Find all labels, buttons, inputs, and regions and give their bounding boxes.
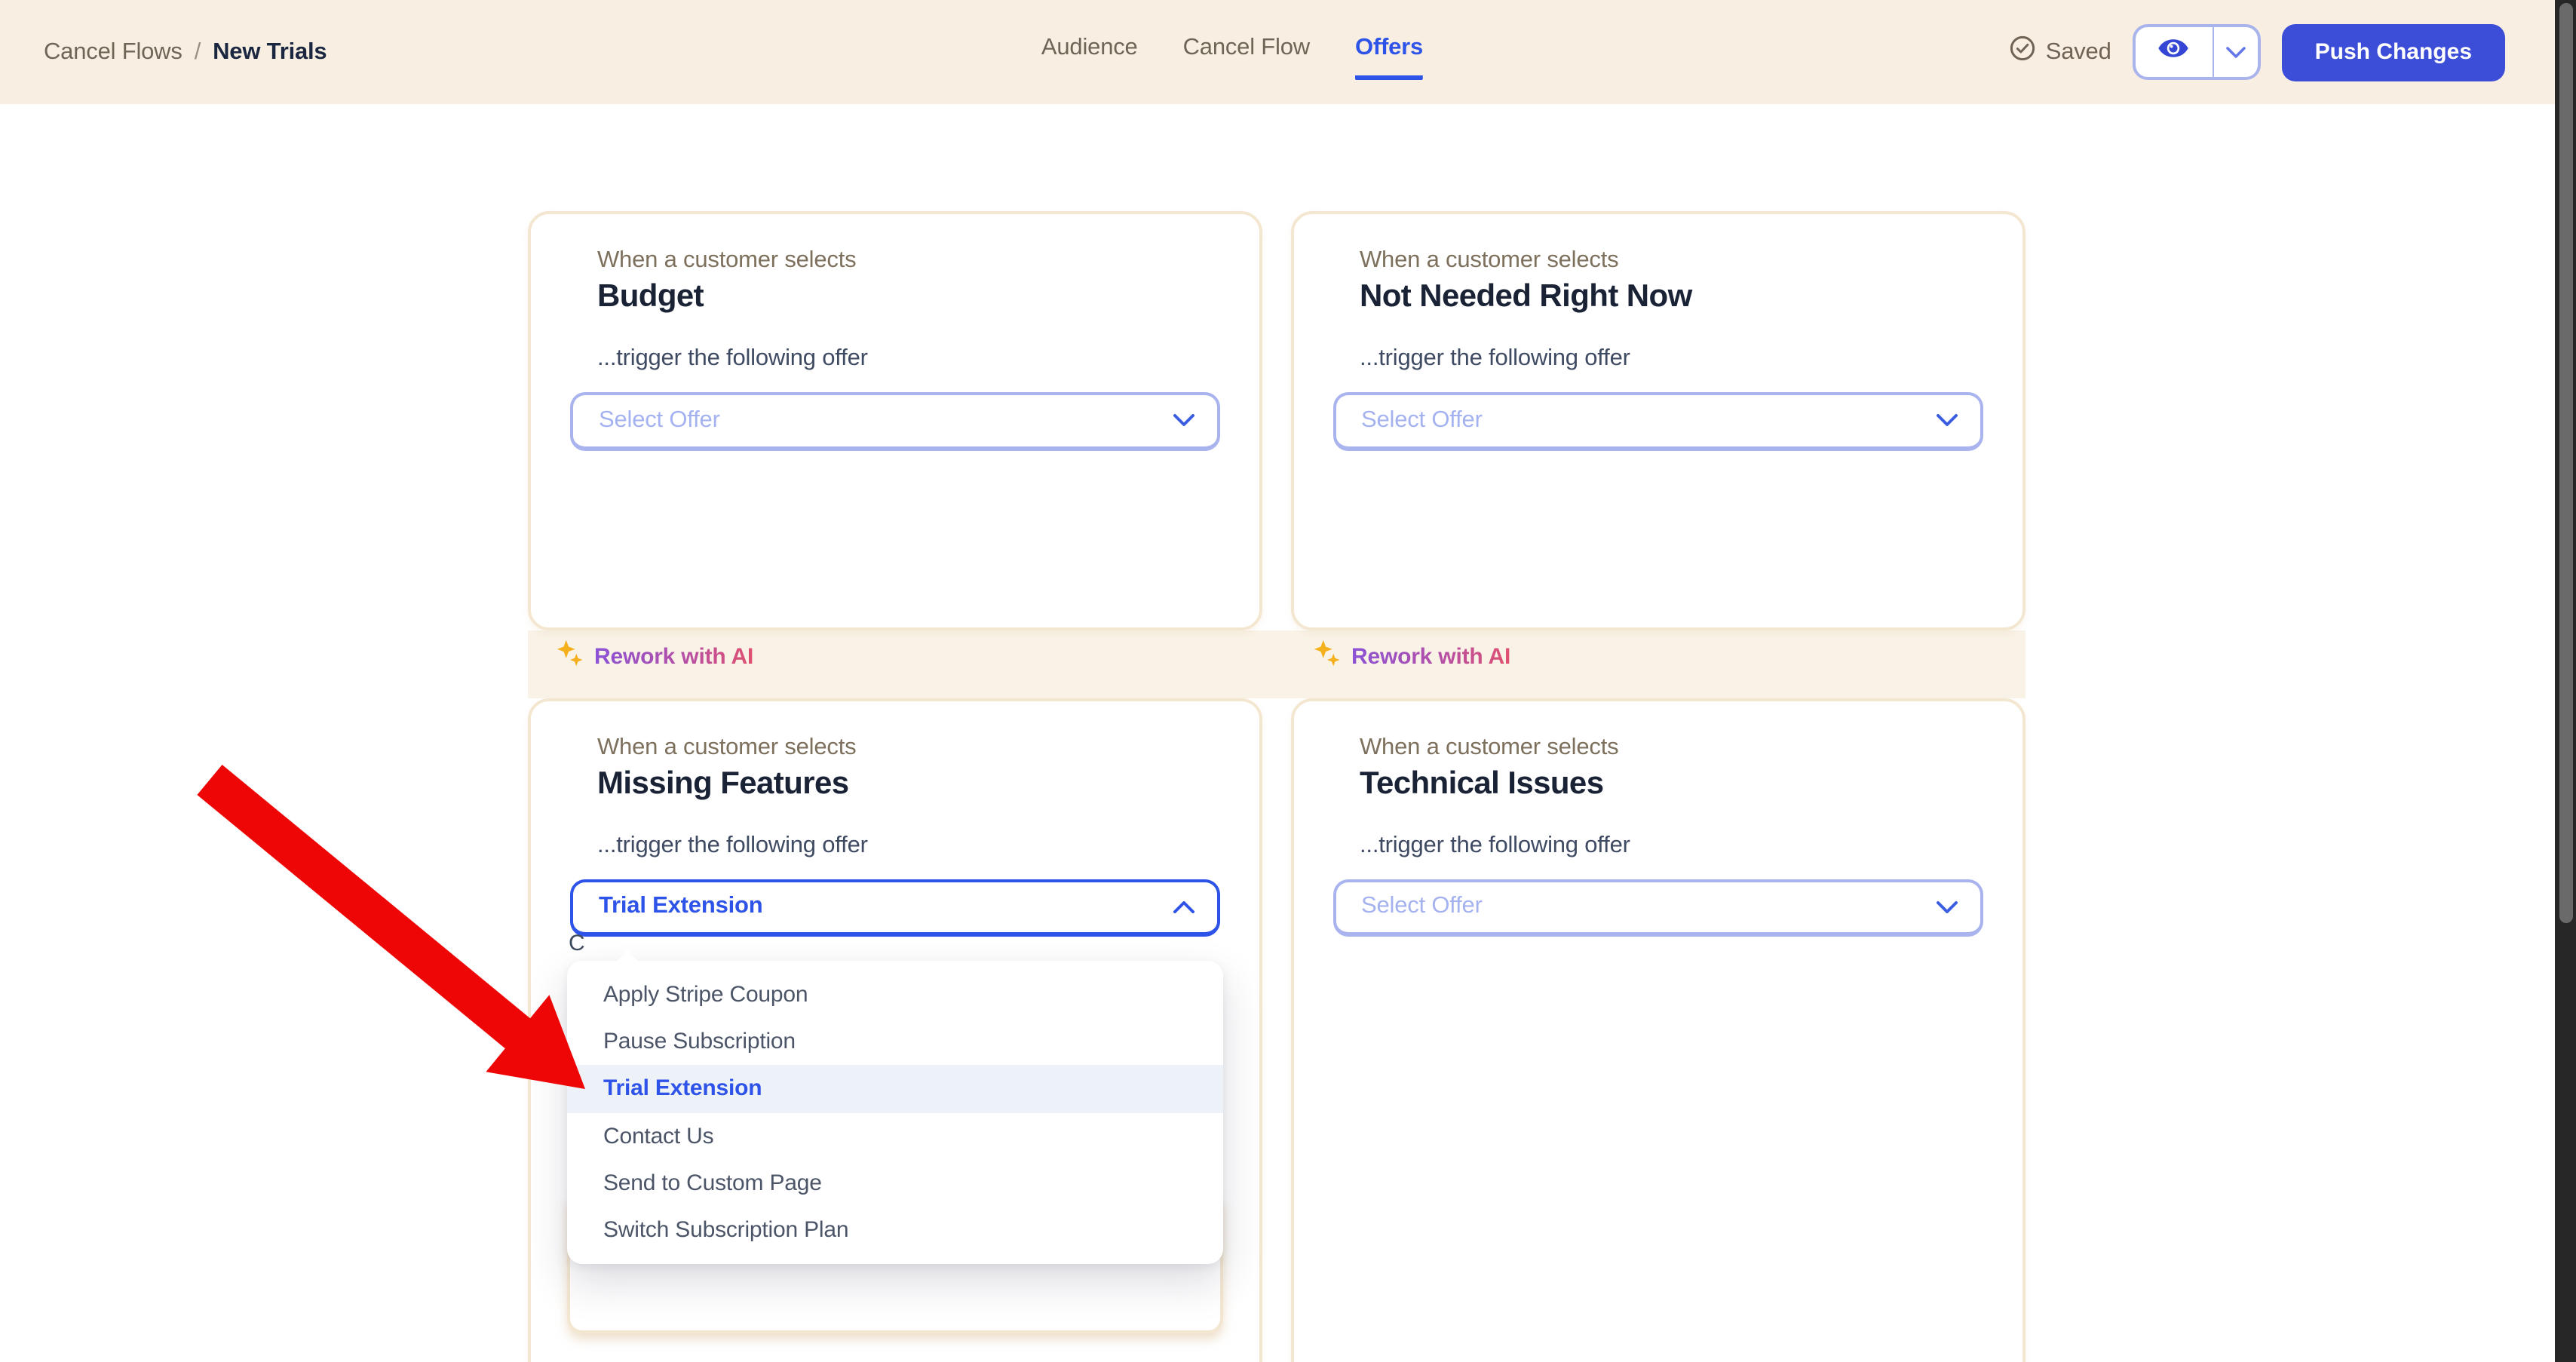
offer-select-missing-features[interactable]: Trial Extension xyxy=(570,879,1220,937)
flow-tabs: Audience Cancel Flow Offers xyxy=(1041,0,1423,104)
offer-card-technical-issues: When a customer selects Technical Issues… xyxy=(1290,698,2025,1362)
menu-item-pause-subscription[interactable]: Pause Subscription xyxy=(567,1018,1222,1065)
preview-split-button xyxy=(2133,24,2261,80)
menu-item-trial-extension[interactable]: Trial Extension xyxy=(567,1066,1222,1112)
offer-select-budget[interactable]: Select Offer xyxy=(570,392,1220,450)
chevron-down-icon xyxy=(1936,900,1957,914)
rework-with-ai-budget[interactable]: Rework with AI xyxy=(557,640,753,674)
menu-item-contact-us[interactable]: Contact Us xyxy=(567,1112,1222,1159)
card-title: Not Needed Right Now xyxy=(1360,279,1692,315)
scrollbar-track[interactable] xyxy=(2555,0,2576,1362)
header-actions: Saved Push Changes xyxy=(2010,0,2505,104)
offer-select-not-needed[interactable]: Select Offer xyxy=(1332,392,1983,450)
offer-dropdown-menu: Apply Stripe Coupon Pause Subscription T… xyxy=(567,961,1222,1264)
rework-with-ai-label: Rework with AI xyxy=(594,644,753,670)
push-changes-button[interactable]: Push Changes xyxy=(2282,23,2505,81)
menu-item-switch-subscription-plan[interactable]: Switch Subscription Plan xyxy=(567,1207,1222,1253)
card-when-label: When a customer selects xyxy=(597,247,856,275)
card-title: Technical Issues xyxy=(1360,765,1603,802)
chevron-down-icon xyxy=(1936,414,1957,428)
preview-button[interactable] xyxy=(2136,27,2214,77)
offer-select-placeholder: Select Offer xyxy=(1361,407,1483,434)
offer-select-placeholder: Select Offer xyxy=(1361,894,1483,921)
menu-item-apply-stripe-coupon[interactable]: Apply Stripe Coupon xyxy=(567,971,1222,1018)
tab-audience[interactable]: Audience xyxy=(1041,25,1138,79)
rework-with-ai-label: Rework with AI xyxy=(1351,644,1510,670)
card-title: Budget xyxy=(597,279,704,315)
save-status-label: Saved xyxy=(2046,38,2111,66)
save-status: Saved xyxy=(2010,35,2111,69)
card-when-label: When a customer selects xyxy=(597,734,856,761)
offer-card-budget: When a customer selects Budget ...trigge… xyxy=(528,211,1262,630)
rework-with-ai-not-needed[interactable]: Rework with AI xyxy=(1314,640,1510,674)
check-circle-icon xyxy=(2010,35,2037,69)
card-trigger-label: ...trigger the following offer xyxy=(1360,345,1630,373)
card-when-label: When a customer selects xyxy=(1360,247,1618,275)
eye-icon xyxy=(2157,32,2191,72)
preview-options-button[interactable] xyxy=(2214,27,2258,77)
card-trigger-label: ...trigger the following offer xyxy=(597,832,868,859)
sparkles-icon xyxy=(557,640,584,674)
card-title: Missing Features xyxy=(597,765,849,802)
tab-offers[interactable]: Offers xyxy=(1355,25,1423,79)
card-trigger-label: ...trigger the following offer xyxy=(597,345,868,373)
offer-card-not-needed: When a customer selects Not Needed Right… xyxy=(1290,211,2025,630)
page: Cancel Flows / New Trials Audience Cance… xyxy=(0,0,2576,1362)
offer-select-value: Trial Extension xyxy=(599,894,763,921)
sparkles-icon xyxy=(1314,640,1341,674)
offer-select-placeholder: Select Offer xyxy=(599,407,720,434)
chevron-down-icon xyxy=(2226,38,2246,66)
scrollbar-thumb[interactable] xyxy=(2559,2,2572,922)
tab-cancel-flow[interactable]: Cancel Flow xyxy=(1183,25,1310,79)
offer-select-technical-issues[interactable]: Select Offer xyxy=(1332,879,1983,937)
breadcrumb: Cancel Flows / New Trials xyxy=(44,0,327,104)
breadcrumb-current-flow: New Trials xyxy=(213,38,327,66)
card-when-label: When a customer selects xyxy=(1360,734,1618,761)
chevron-up-icon xyxy=(1173,900,1194,914)
breadcrumb-separator: / xyxy=(195,38,201,66)
menu-item-send-to-custom-page[interactable]: Send to Custom Page xyxy=(567,1160,1222,1207)
card-trigger-label: ...trigger the following offer xyxy=(1360,832,1630,859)
breadcrumb-cancel-flows[interactable]: Cancel Flows xyxy=(44,38,182,66)
top-bar: Cancel Flows / New Trials Audience Cance… xyxy=(0,0,2576,104)
partially-hidden-text: C xyxy=(569,931,584,956)
chevron-down-icon xyxy=(1173,414,1194,428)
